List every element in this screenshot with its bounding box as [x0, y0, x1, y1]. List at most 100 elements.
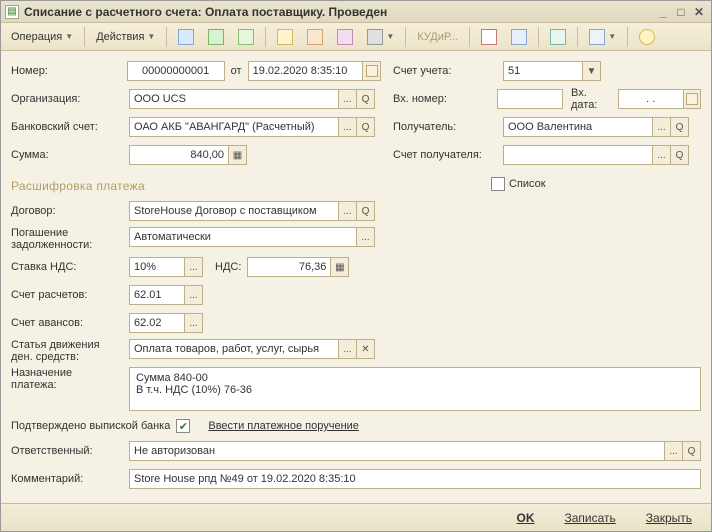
flow-label: Статья движенияден. средств:: [11, 339, 129, 363]
calc-button[interactable]: ▦: [331, 257, 349, 277]
account-input[interactable]: 51: [503, 61, 583, 81]
select-button[interactable]: ...: [339, 339, 357, 359]
check-button[interactable]: ▼: [583, 26, 622, 48]
doc2-button[interactable]: [301, 26, 329, 48]
list-checkbox[interactable]: [491, 177, 505, 191]
settle-label: Счет расчетов:: [11, 289, 129, 301]
select-button[interactable]: ...: [339, 201, 357, 221]
separator: [84, 27, 85, 47]
window-title: Списание с расчетного счета: Оплата пост…: [24, 5, 387, 19]
refresh-button[interactable]: [232, 26, 260, 48]
doc-icon: [277, 29, 293, 45]
advance-input[interactable]: 62.02: [129, 313, 185, 333]
maximize-button[interactable]: □: [673, 5, 689, 19]
save-icon: [178, 29, 194, 45]
select-button[interactable]: ...: [653, 117, 671, 137]
separator: [265, 27, 266, 47]
vatrate-input[interactable]: 10%: [129, 257, 185, 277]
bank-confirm-checkbox[interactable]: [176, 419, 190, 433]
date-input[interactable]: 19.02.2020 8:35:10: [248, 61, 364, 81]
calendar-icon: [686, 93, 698, 105]
toolbar: Операция ▼ Действия ▼ ▼ КУДиР... ▼: [1, 23, 711, 51]
flow-input[interactable]: Оплата товаров, работ, услуг, сырья: [129, 339, 339, 359]
refresh-icon: [238, 29, 254, 45]
select-button[interactable]: ...: [357, 227, 375, 247]
extnum-input[interactable]: [497, 89, 563, 109]
enter-payment-order-link[interactable]: Ввести платежное поручение: [208, 420, 359, 432]
bank-label: Банковский счет:: [11, 121, 129, 133]
repay-label: Погашениезадолженности:: [11, 227, 129, 251]
write-button[interactable]: Записать: [554, 508, 627, 528]
operation-label: Операция: [11, 31, 62, 43]
help-icon: [639, 29, 655, 45]
select-button[interactable]: ...: [185, 257, 203, 277]
resp-input[interactable]: Не авторизован: [129, 441, 665, 461]
calendar-button[interactable]: [684, 89, 701, 109]
doc1-button[interactable]: [271, 26, 299, 48]
calendar-button[interactable]: [363, 61, 381, 81]
number-label: Номер:: [11, 65, 127, 77]
select-button[interactable]: ...: [339, 117, 357, 137]
bank-input[interactable]: ОАО АКБ "АВАНГАРД" (Расчетный): [129, 117, 339, 137]
cfg-icon: [550, 29, 566, 45]
bank-confirm-label: Подтверждено выпиской банка: [11, 420, 170, 432]
open-button[interactable]: Q: [357, 117, 375, 137]
post-button[interactable]: [202, 26, 230, 48]
extdate-input[interactable]: . .: [618, 89, 684, 109]
open-button[interactable]: Q: [683, 441, 701, 461]
actions-label: Действия: [96, 31, 144, 43]
org-input[interactable]: ООО UCS: [129, 89, 339, 109]
close-button[interactable]: ✕: [691, 5, 707, 19]
operation-menu[interactable]: Операция ▼: [5, 26, 79, 48]
select-button[interactable]: ...: [653, 145, 671, 165]
kudir-button[interactable]: КУДиР...: [411, 26, 464, 48]
contract-label: Договор:: [11, 205, 129, 217]
recipient-input[interactable]: ООО Валентина: [503, 117, 653, 137]
contract-input[interactable]: StoreHouse Договор с поставщиком: [129, 201, 339, 221]
select-button[interactable]: ...: [339, 89, 357, 109]
separator: [405, 27, 406, 47]
settle-input[interactable]: 62.01: [129, 285, 185, 305]
select-button[interactable]: ...: [185, 285, 203, 305]
open-button[interactable]: Q: [357, 89, 375, 109]
recipient-label: Получатель:: [393, 121, 503, 133]
ot-label: от: [231, 65, 242, 77]
ok-button[interactable]: OK: [506, 508, 546, 528]
separator: [627, 27, 628, 47]
minimize-button[interactable]: _: [655, 5, 671, 19]
actions-menu[interactable]: Действия ▼: [90, 26, 161, 48]
resp-label: Ответственный:: [11, 445, 129, 457]
recacct-label: Счет получателя:: [393, 149, 503, 161]
app-icon: [5, 5, 19, 19]
recacct-input[interactable]: [503, 145, 653, 165]
dtkt-button[interactable]: [475, 26, 503, 48]
cfg-button[interactable]: [544, 26, 572, 48]
vatrate-label: Ставка НДС:: [11, 261, 129, 273]
struct-icon: [367, 29, 383, 45]
vat-input[interactable]: 76,36: [247, 257, 331, 277]
number-input[interactable]: 00000000001: [127, 61, 225, 81]
doc-icon: [337, 29, 353, 45]
footer: OK Записать Закрыть: [1, 503, 711, 531]
table-button[interactable]: [505, 26, 533, 48]
dropdown-button[interactable]: ▼: [583, 61, 601, 81]
purpose-input[interactable]: Сумма 840-00 В т.ч. НДС (10%) 76-36: [129, 367, 701, 411]
kudir-label: КУДиР...: [417, 31, 458, 43]
calc-button[interactable]: ▦: [229, 145, 247, 165]
repay-input[interactable]: Автоматически: [129, 227, 357, 247]
open-button[interactable]: Q: [671, 117, 689, 137]
struct-button[interactable]: ▼: [361, 26, 400, 48]
save-post-button[interactable]: [172, 26, 200, 48]
comment-input[interactable]: Store House рпд №49 от 19.02.2020 8:35:1…: [129, 469, 701, 489]
help-button[interactable]: [633, 26, 661, 48]
open-button[interactable]: Q: [357, 201, 375, 221]
separator: [577, 27, 578, 47]
close-button[interactable]: Закрыть: [635, 508, 703, 528]
doc3-button[interactable]: [331, 26, 359, 48]
clear-button[interactable]: ✕: [357, 339, 375, 359]
extnum-label: Вх. номер:: [393, 93, 497, 105]
open-button[interactable]: Q: [671, 145, 689, 165]
sum-input[interactable]: 840,00: [129, 145, 229, 165]
select-button[interactable]: ...: [185, 313, 203, 333]
select-button[interactable]: ...: [665, 441, 683, 461]
